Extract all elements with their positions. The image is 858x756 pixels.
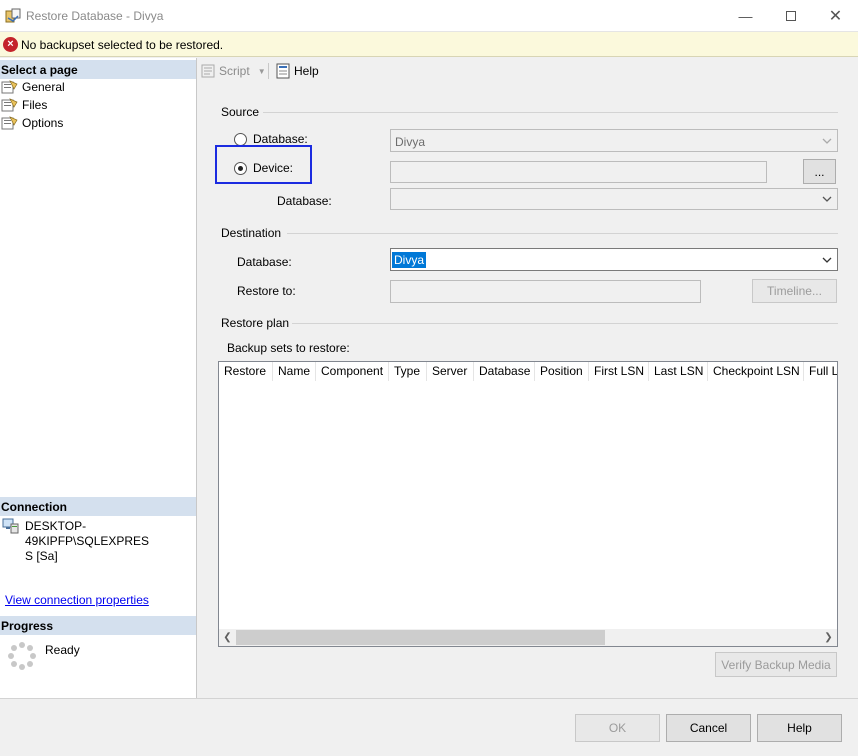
progress-spinner-icon [8, 642, 36, 670]
restore-to-label: Restore to: [237, 284, 296, 298]
error-message: No backupset selected to be restored. [21, 38, 224, 52]
select-page-header: Select a page [0, 60, 196, 79]
column-header-server[interactable]: Server [427, 362, 474, 381]
destination-database-value[interactable]: Divya [392, 252, 427, 268]
column-header-last-lsn[interactable]: Last LSN [649, 362, 708, 381]
column-header-database[interactable]: Database [474, 362, 535, 381]
chevron-down-icon [822, 138, 832, 144]
column-header-type[interactable]: Type [389, 362, 427, 381]
destination-database-label: Database: [237, 255, 292, 269]
column-header-checkpoint-lsn[interactable]: Checkpoint LSN [708, 362, 804, 381]
column-header-full-lsn[interactable]: Full LS [804, 362, 837, 381]
device-path-input[interactable] [390, 161, 767, 183]
column-header-name[interactable]: Name [273, 362, 316, 381]
destination-section-label: Destination [221, 226, 282, 240]
column-header-position[interactable]: Position [535, 362, 589, 381]
scroll-right-icon[interactable]: ❯ [820, 630, 837, 645]
device-highlight-box [215, 145, 312, 184]
source-database-radio[interactable]: Database: [234, 132, 308, 146]
minimize-button[interactable]: — [723, 0, 768, 32]
help-button[interactable]: Help [757, 714, 842, 742]
maximize-icon [785, 11, 796, 21]
source-database-combo[interactable]: Divya [390, 129, 838, 152]
device-database-label: Database: [277, 194, 332, 208]
footer-divider [0, 698, 858, 699]
script-icon [201, 64, 215, 78]
progress-status: Ready [45, 643, 80, 657]
column-header-first-lsn[interactable]: First LSN [589, 362, 649, 381]
page-icon [1, 98, 18, 112]
restore-database-icon [5, 8, 21, 23]
scroll-left-icon[interactable]: ❮ [219, 630, 236, 645]
ok-button[interactable]: OK [575, 714, 660, 742]
page-item-general[interactable]: General [1, 78, 65, 96]
title-bar: Restore Database - Divya — ✕ [0, 0, 858, 32]
error-bar: × No backupset selected to be restored. [0, 32, 858, 57]
page-item-label: General [22, 80, 65, 94]
close-button[interactable]: ✕ [813, 0, 858, 32]
left-panel: Select a page General Files Options Conn… [0, 58, 197, 698]
grid-header: Restore Name Component Type Server Datab… [219, 362, 837, 381]
page-item-label: Options [22, 116, 64, 130]
script-label: Script [219, 64, 250, 78]
backup-sets-label: Backup sets to restore: [227, 341, 350, 355]
source-section-label: Source [221, 105, 260, 119]
restore-plan-divider [292, 323, 838, 324]
horizontal-scrollbar[interactable]: ❮ ❯ [219, 629, 837, 646]
view-connection-properties-link[interactable]: View connection properties [5, 593, 149, 607]
toolbar-separator [268, 63, 269, 79]
page-item-label: Files [22, 98, 48, 112]
destination-database-combo[interactable]: Divya [390, 248, 838, 271]
server-connection-icon [2, 518, 19, 534]
scrollbar-thumb[interactable] [236, 630, 605, 645]
chevron-down-icon [822, 196, 832, 202]
column-header-restore[interactable]: Restore [219, 362, 273, 381]
cancel-button[interactable]: Cancel [666, 714, 751, 742]
help-toolbar-button[interactable]: Help [276, 62, 319, 80]
page-icon [1, 80, 18, 94]
connection-server: DESKTOP-49KIPFP\SQLEXPRES S [Sa] [25, 519, 150, 563]
page-icon [1, 116, 18, 130]
source-database-value: Divya [395, 135, 426, 149]
restore-to-input[interactable] [390, 280, 701, 303]
help-icon [276, 63, 290, 79]
radio-button[interactable] [234, 132, 247, 146]
destination-divider [287, 233, 838, 234]
restore-plan-section-label: Restore plan [221, 316, 290, 330]
backup-sets-grid[interactable]: Restore Name Component Type Server Datab… [218, 361, 838, 647]
close-icon: ✕ [828, 8, 843, 25]
timeline-button[interactable]: Timeline... [752, 279, 837, 303]
maximize-button[interactable] [768, 0, 813, 32]
column-header-component[interactable]: Component [316, 362, 389, 381]
progress-header: Progress [0, 616, 196, 635]
chevron-down-icon [822, 257, 832, 263]
verify-backup-media-button[interactable]: Verify Backup Media [715, 652, 837, 677]
window-title: Restore Database - Divya [26, 9, 164, 23]
source-divider [263, 112, 838, 113]
error-icon: × [3, 37, 18, 52]
page-item-files[interactable]: Files [1, 96, 47, 114]
script-button[interactable]: Script ▼ [201, 62, 266, 80]
device-database-combo[interactable] [390, 188, 838, 210]
connection-header: Connection [0, 497, 196, 516]
browse-device-button[interactable]: ... [803, 159, 836, 184]
page-item-options[interactable]: Options [1, 114, 63, 132]
script-dropdown-icon[interactable]: ▼ [258, 67, 266, 76]
source-database-radio-label: Database: [253, 132, 308, 146]
minimize-icon: — [738, 8, 753, 24]
help-label: Help [294, 64, 319, 78]
